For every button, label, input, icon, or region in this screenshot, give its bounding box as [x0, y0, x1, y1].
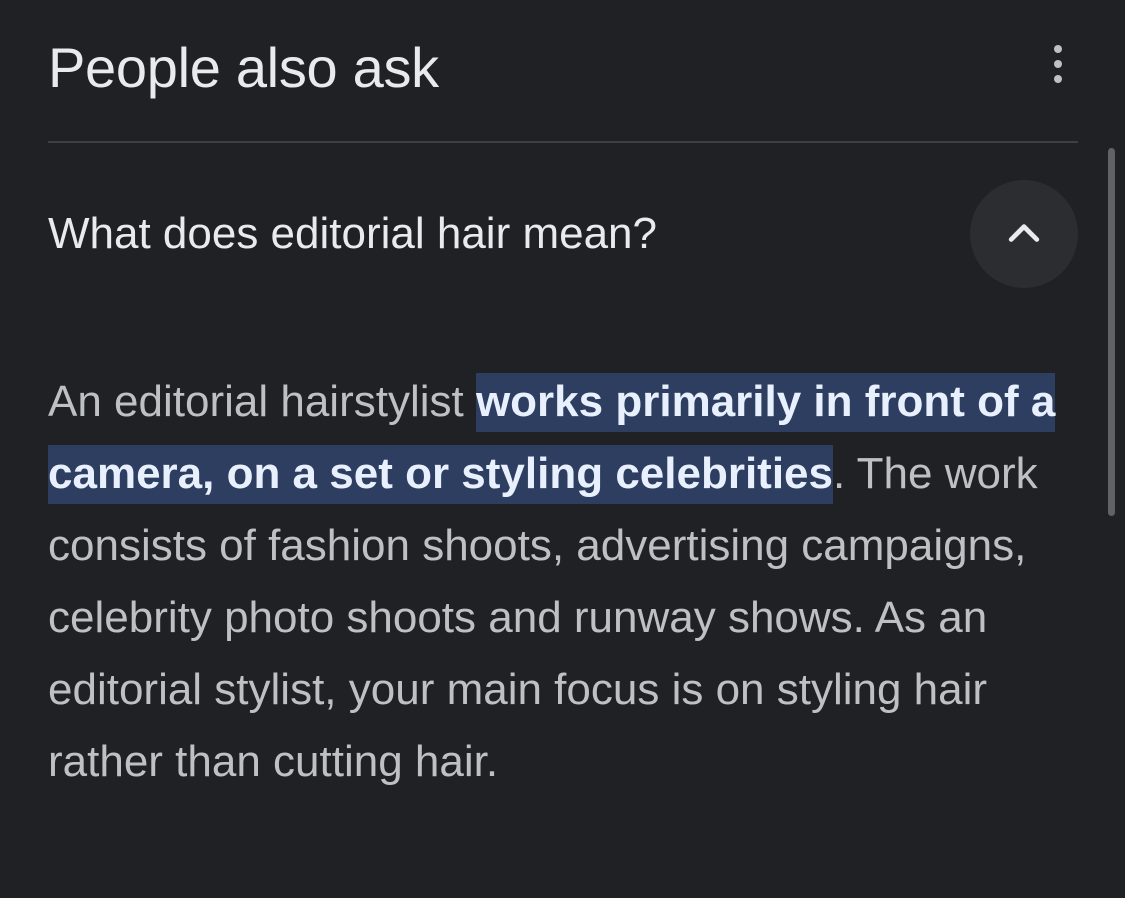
- chevron-up-icon: [1008, 224, 1040, 242]
- more-vert-icon-dot: [1054, 60, 1062, 68]
- more-vert-icon: [1054, 45, 1062, 53]
- more-vert-icon-dot: [1054, 75, 1062, 83]
- section-title: People also ask: [48, 36, 439, 99]
- more-options-button[interactable]: [1038, 36, 1078, 92]
- answer-text: An editorial hairstylist works primarily…: [48, 366, 1068, 798]
- question-text: What does editorial hair mean?: [48, 209, 657, 258]
- answer-prefix: An editorial hairstylist: [48, 377, 476, 426]
- header: People also ask: [48, 30, 1078, 110]
- scrollbar[interactable]: [1108, 148, 1115, 516]
- collapse-toggle-button[interactable]: [970, 180, 1078, 288]
- divider: [48, 141, 1078, 143]
- question-row[interactable]: What does editorial hair mean?: [48, 180, 1078, 288]
